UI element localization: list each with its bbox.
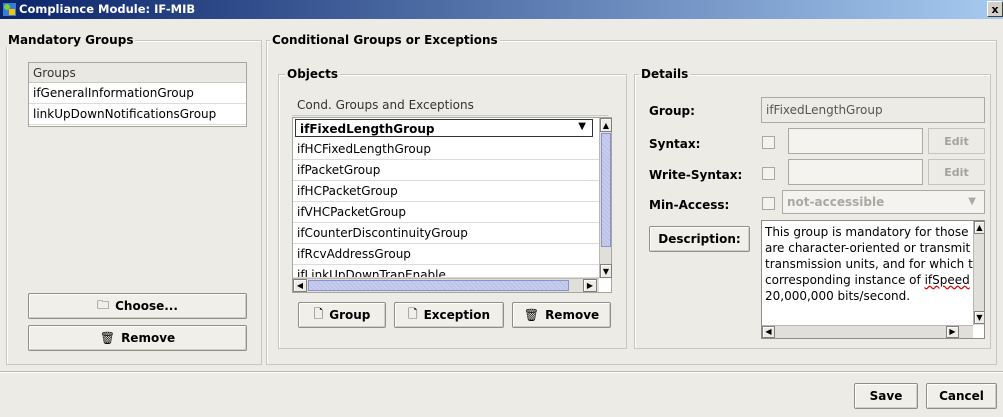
min-access-value: not-accessible xyxy=(787,195,885,209)
chevron-down-icon: ▼ xyxy=(968,196,976,207)
close-button[interactable]: x xyxy=(987,1,1003,17)
remove-mandatory-button[interactable]: 🗑 Remove xyxy=(28,325,247,351)
cancel-button[interactable]: Cancel xyxy=(926,383,997,409)
group-label: Group: xyxy=(649,104,695,118)
description-textarea[interactable]: This group is mandatory for those ne are… xyxy=(761,220,985,339)
add-exception-button[interactable]: 🗋 Exception xyxy=(394,302,504,328)
scroll-left-arrow-icon[interactable]: ◀ xyxy=(762,326,775,338)
write-syntax-field[interactable] xyxy=(788,159,923,185)
group-button-label: Group xyxy=(329,308,371,322)
trash-icon: 🗑 xyxy=(99,331,116,345)
selected-group-text: ifFixedLengthGroup xyxy=(300,122,435,136)
description-vertical-scrollbar[interactable]: ▲ ▼ xyxy=(973,221,984,325)
scroll-down-arrow-icon[interactable]: ▼ xyxy=(600,264,612,278)
details-legend: Details xyxy=(639,67,691,81)
description-button[interactable]: Description: xyxy=(649,226,750,252)
table-row[interactable]: linkUpDownNotificationsGroup xyxy=(29,104,246,125)
min-access-select[interactable]: not-accessible ▼ xyxy=(782,190,985,214)
min-access-label: Min-Access: xyxy=(649,198,730,212)
scroll-up-arrow-icon[interactable]: ▲ xyxy=(600,118,612,132)
choose-button[interactable]: 🗀 Choose... xyxy=(28,293,247,319)
write-syntax-label: Write-Syntax: xyxy=(649,168,743,182)
syntax-field[interactable] xyxy=(788,128,923,154)
list-item[interactable]: ifVHCPacketGroup xyxy=(293,202,599,223)
list-item[interactable]: ifPacketGroup xyxy=(293,160,599,181)
list-item[interactable]: ifHCPacketGroup xyxy=(293,181,599,202)
write-syntax-edit-button[interactable]: Edit xyxy=(928,159,985,185)
title-bar: Compliance Module: IF-MIB x xyxy=(0,0,1003,19)
remove-conditional-button[interactable]: 🗑 Remove xyxy=(512,302,611,328)
add-group-button[interactable]: 🗋 Group xyxy=(298,302,386,328)
description-line: are character-oriented or transmit da xyxy=(765,241,980,255)
syntax-edit-button[interactable]: Edit xyxy=(928,128,985,154)
window-title: Compliance Module: IF-MIB xyxy=(19,2,196,16)
horizontal-scrollbar[interactable]: ◀ ▶ xyxy=(293,278,599,292)
min-access-checkbox[interactable] xyxy=(762,197,775,210)
description-line: corresponding instance of xyxy=(765,273,925,287)
conditional-groups-legend: Conditional Groups or Exceptions xyxy=(270,33,500,47)
description-line: transmission units, and for which the xyxy=(765,257,980,271)
table-row[interactable]: ifGeneralInformationGroup xyxy=(29,83,246,104)
scroll-right-arrow-icon[interactable]: ▶ xyxy=(946,326,959,338)
scroll-thumb[interactable] xyxy=(601,133,611,247)
description-line: 20,000,000 bits/second. xyxy=(765,289,911,303)
syntax-label: Syntax: xyxy=(649,137,701,151)
folder-icon: 🗀 xyxy=(97,297,110,312)
scroll-thumb-horizontal[interactable] xyxy=(308,280,569,291)
save-button[interactable]: Save xyxy=(854,383,918,409)
scroll-up-arrow-icon[interactable]: ▲ xyxy=(974,221,984,234)
new-document-icon: 🗋 xyxy=(313,306,324,321)
list-item[interactable]: ifHCFixedLengthGroup xyxy=(293,139,599,160)
list-item[interactable]: ifRcvAddressGroup xyxy=(293,244,599,265)
groups-column-header[interactable]: Groups xyxy=(29,63,246,83)
scroll-right-arrow-icon[interactable]: ▶ xyxy=(583,279,597,292)
groups-table: Groups ifGeneralInformationGroup linkUpD… xyxy=(28,62,247,127)
chevron-down-icon: ▼ xyxy=(578,121,586,132)
misspelled-word: ifSpeed xyxy=(924,273,970,287)
cond-groups-list: ifFixedLengthGroup ▼ ifHCFixedLengthGrou… xyxy=(292,117,612,293)
exception-button-label: Exception xyxy=(423,308,491,322)
footer-divider-highlight xyxy=(0,372,1003,373)
selected-group-combo[interactable]: ifFixedLengthGroup ▼ xyxy=(295,119,593,137)
scroll-left-arrow-icon[interactable]: ◀ xyxy=(293,279,307,292)
description-line: This group is mandatory for those ne xyxy=(765,225,980,239)
description-horizontal-scrollbar[interactable]: ◀ ▶ xyxy=(762,325,973,338)
scroll-down-arrow-icon[interactable]: ▼ xyxy=(974,311,984,324)
syntax-checkbox[interactable] xyxy=(762,136,775,149)
new-document-icon: 🗋 xyxy=(407,306,418,321)
list-item[interactable]: ifLinkUpDownTrapEnable xyxy=(293,265,599,278)
group-field[interactable]: ifFixedLengthGroup xyxy=(761,97,985,123)
objects-legend: Objects xyxy=(285,67,341,81)
list-item[interactable]: ifCounterDiscontinuityGroup xyxy=(293,223,599,244)
cond-groups-header: Cond. Groups and Exceptions xyxy=(292,94,608,116)
vertical-scrollbar[interactable]: ▲ ▼ xyxy=(599,118,612,278)
app-icon xyxy=(3,3,16,16)
mandatory-groups-legend: Mandatory Groups xyxy=(6,33,136,47)
trash-icon: 🗑 xyxy=(523,308,540,322)
choose-button-label: Choose... xyxy=(115,299,178,313)
write-syntax-checkbox[interactable] xyxy=(762,167,775,180)
remove-conditional-label: Remove xyxy=(545,308,600,322)
remove-button-label: Remove xyxy=(121,331,176,345)
